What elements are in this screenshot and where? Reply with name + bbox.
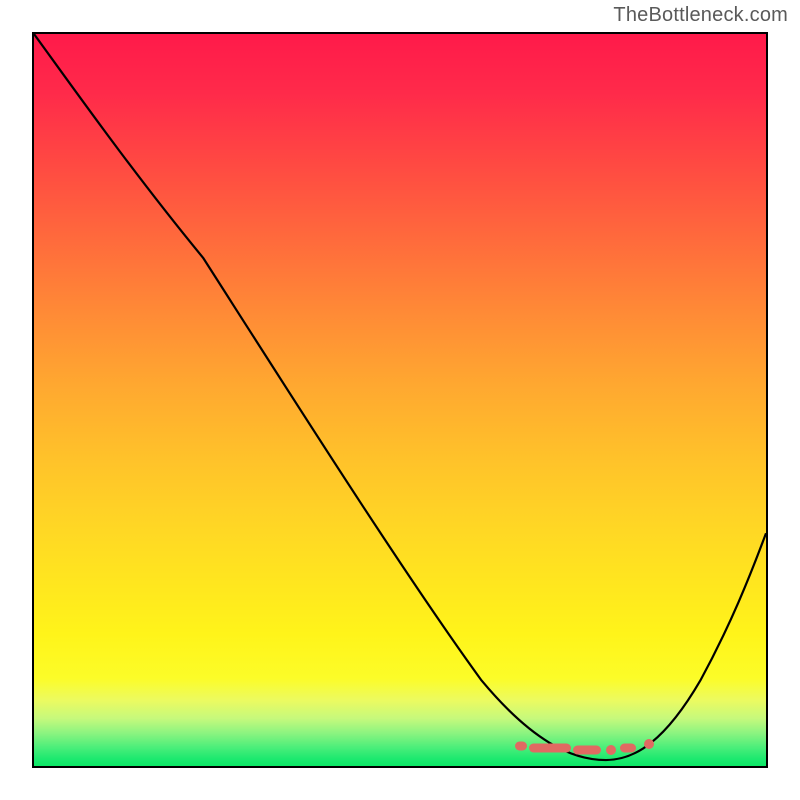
curve-svg [34, 34, 766, 766]
optimal-marker [573, 745, 601, 754]
optimal-marker [644, 739, 654, 749]
optimal-marker [620, 744, 636, 753]
optimal-marker [606, 745, 616, 755]
bottleneck-curve [34, 34, 766, 760]
plot-area [32, 32, 768, 768]
optimal-marker [515, 741, 527, 750]
optimal-marker [529, 744, 571, 753]
watermark-text: TheBottleneck.com [613, 4, 788, 27]
